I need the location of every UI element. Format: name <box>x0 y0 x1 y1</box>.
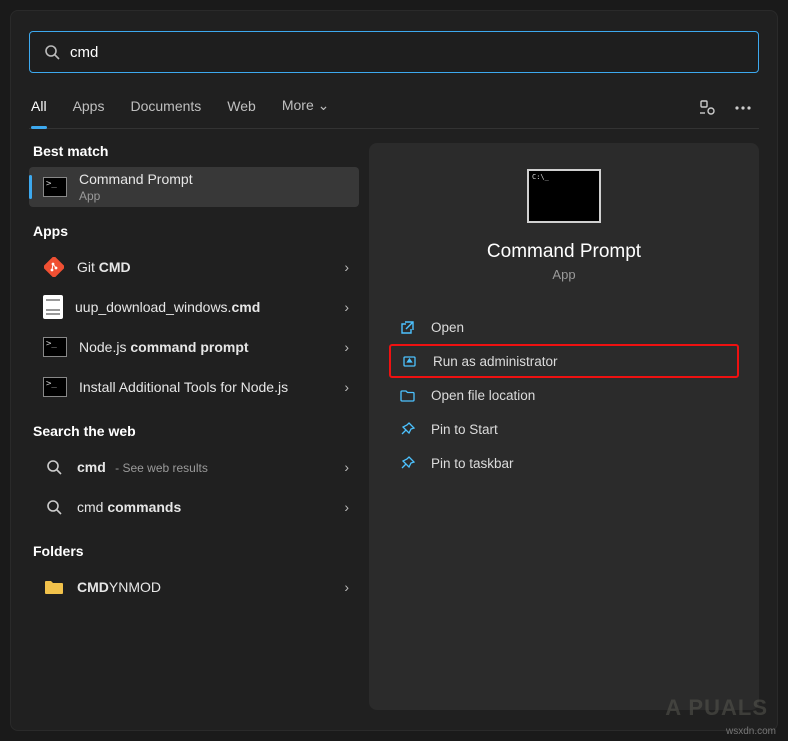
result-git-cmd[interactable]: Git CMD › <box>29 247 359 287</box>
chevron-right-icon: › <box>344 579 349 595</box>
result-folder-cmdynmod[interactable]: CMDYNMOD › <box>29 567 359 607</box>
heading-best-match: Best match <box>33 143 355 159</box>
shield-icon <box>399 351 419 371</box>
result-web-cmd-commands[interactable]: cmd commands › <box>29 487 359 527</box>
cmd-icon <box>43 377 67 397</box>
result-subtitle: App <box>79 189 193 203</box>
chevron-right-icon: › <box>344 379 349 395</box>
result-nodejs-tools[interactable]: Install Additional Tools for Node.js › <box>29 367 359 407</box>
action-open-file-location[interactable]: Open file location <box>389 378 739 412</box>
action-pin-to-start[interactable]: Pin to Start <box>389 412 739 446</box>
app-icon <box>527 169 601 223</box>
search-scope-icon[interactable] <box>693 94 721 122</box>
file-icon <box>43 295 63 319</box>
result-label: Install Additional Tools for Node.js <box>79 379 288 395</box>
action-label: Pin to Start <box>431 422 498 437</box>
heading-web: Search the web <box>33 423 355 439</box>
result-label: uup_download_windows.cmd <box>75 299 260 315</box>
result-uup-download[interactable]: uup_download_windows.cmd › <box>29 287 359 327</box>
folder-icon <box>43 576 65 598</box>
app-type: App <box>552 267 575 282</box>
result-label: CMDYNMOD <box>77 579 161 595</box>
tab-apps[interactable]: Apps <box>73 94 105 122</box>
pin-icon <box>397 419 417 439</box>
action-label: Open file location <box>431 388 535 403</box>
search-icon <box>43 496 65 518</box>
result-title: Command Prompt <box>79 171 193 187</box>
tab-documents[interactable]: Documents <box>130 94 201 122</box>
chevron-right-icon: › <box>344 259 349 275</box>
action-label: Open <box>431 320 464 335</box>
result-label: Git CMD <box>77 259 131 275</box>
action-open[interactable]: Open <box>389 310 739 344</box>
result-label: cmd commands <box>77 499 181 515</box>
open-icon <box>397 317 417 337</box>
heading-folders: Folders <box>33 543 355 559</box>
more-options-icon[interactable] <box>729 94 757 122</box>
watermark: A PUALS <box>665 695 768 721</box>
app-name: Command Prompt <box>487 241 641 263</box>
pin-icon <box>397 453 417 473</box>
tab-more[interactable]: More ⌄ <box>282 93 330 122</box>
folder-open-icon <box>397 385 417 405</box>
cmd-icon <box>43 337 67 357</box>
start-search-window: All Apps Documents Web More ⌄ Best match… <box>10 10 778 731</box>
result-nodejs-cmd[interactable]: Node.js command prompt › <box>29 327 359 367</box>
tab-web[interactable]: Web <box>227 94 256 122</box>
tab-all[interactable]: All <box>31 94 47 122</box>
watermark-url: wsxdn.com <box>726 726 776 737</box>
chevron-right-icon: › <box>344 499 349 515</box>
details-pane: Command Prompt App Open Run as administr… <box>369 143 759 710</box>
result-label: cmd - See web results <box>77 459 208 475</box>
chevron-right-icon: › <box>344 459 349 475</box>
search-box[interactable] <box>29 31 759 73</box>
result-web-cmd[interactable]: cmd - See web results › <box>29 447 359 487</box>
result-label: Node.js command prompt <box>79 339 249 355</box>
action-label: Pin to taskbar <box>431 456 514 471</box>
search-input[interactable] <box>70 44 744 61</box>
tab-bar: All Apps Documents Web More ⌄ <box>29 93 759 129</box>
action-label: Run as administrator <box>433 354 558 369</box>
search-icon <box>44 44 60 60</box>
result-command-prompt[interactable]: Command Prompt App <box>29 167 359 207</box>
heading-apps: Apps <box>33 223 355 239</box>
chevron-right-icon: › <box>344 339 349 355</box>
search-icon <box>43 456 65 478</box>
action-pin-to-taskbar[interactable]: Pin to taskbar <box>389 446 739 480</box>
cmd-icon <box>43 177 67 197</box>
chevron-down-icon: ⌄ <box>318 97 330 113</box>
results-pane: Best match Command Prompt App Apps Git C… <box>29 143 369 710</box>
chevron-right-icon: › <box>344 299 349 315</box>
git-icon <box>43 256 65 278</box>
action-run-as-administrator[interactable]: Run as administrator <box>389 344 739 378</box>
